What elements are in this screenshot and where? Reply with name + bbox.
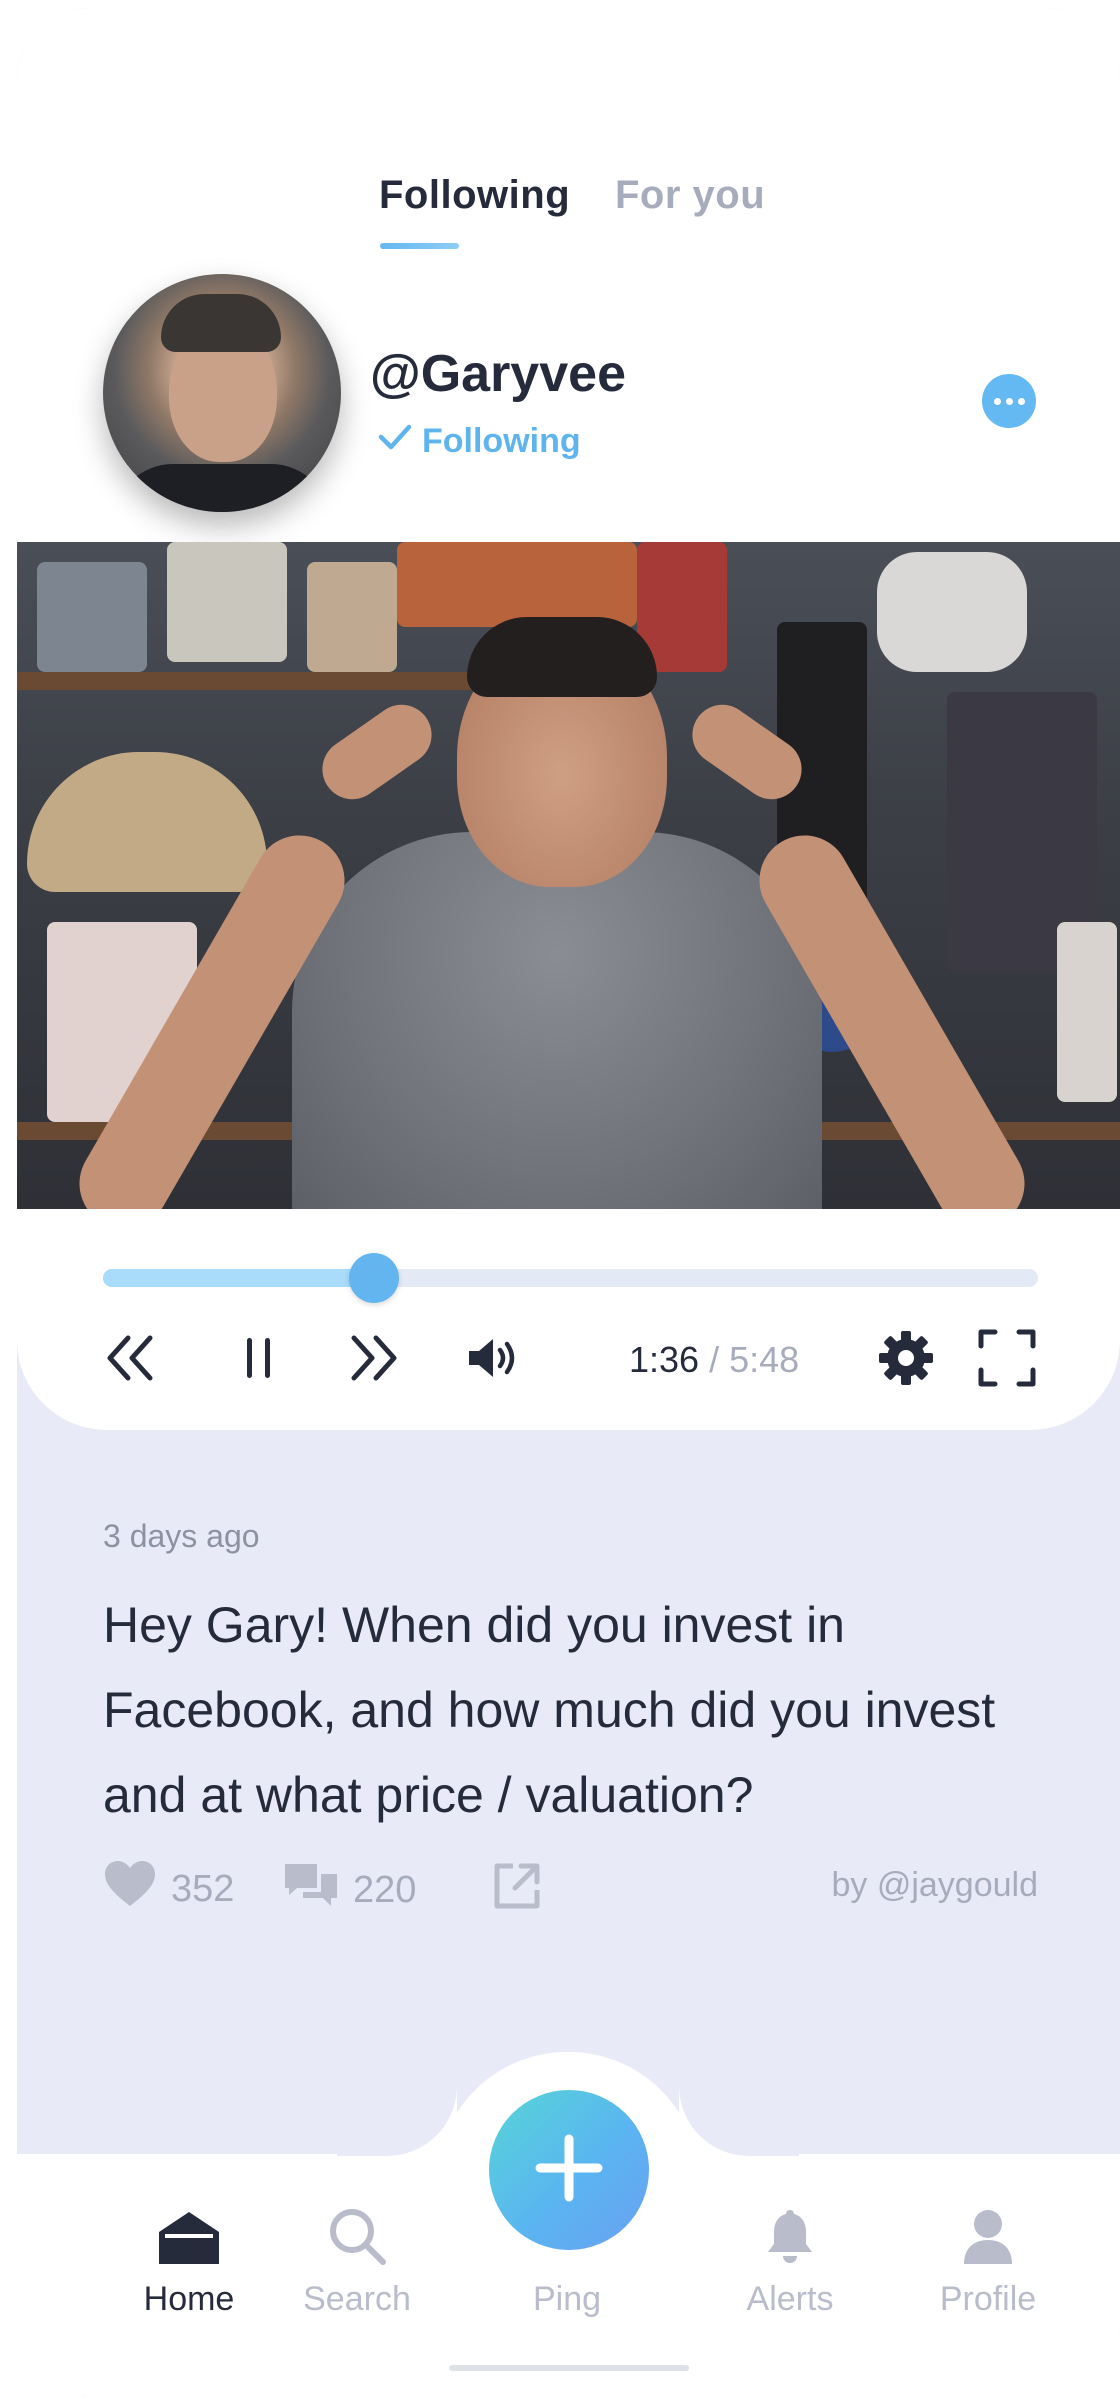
nav-alerts-label: Alerts [746,2280,834,2318]
playback-time: 1:36 / 5:48 [629,1339,799,1381]
duration: 5:48 [729,1339,800,1380]
progress-handle[interactable] [349,1253,400,1303]
nav-home[interactable]: Home [109,2204,269,2319]
post-actions: 352 220 by @jaygould [103,1860,1038,1920]
user-icon [908,2204,1068,2266]
fullscreen-button[interactable] [975,1329,1039,1391]
fast-forward-icon [348,1333,400,1388]
tab-following[interactable]: Following [379,173,570,218]
pause-button[interactable] [239,1329,279,1391]
home-indicator[interactable] [449,2365,689,2371]
fullscreen-icon [977,1328,1037,1393]
gear-icon [877,1329,935,1392]
follow-status[interactable]: Following [378,422,581,461]
feed-tabs: Following For you [17,173,1120,263]
nav-home-label: Home [143,2280,235,2318]
comments-icon [283,1860,339,1920]
comment-button[interactable]: 220 [283,1860,416,1920]
like-button[interactable]: 352 [103,1860,234,1918]
current-time: 1:36 [629,1339,700,1380]
more-icon [993,397,1001,405]
nav-search[interactable]: Search [277,2204,437,2319]
username[interactable]: @Garyvee [370,344,626,404]
share-icon [491,1860,543,1922]
avatar[interactable] [103,274,341,512]
volume-icon [465,1335,519,1386]
progress-fill [103,1269,375,1287]
rewind-button[interactable] [103,1329,157,1391]
post-author[interactable]: by @jaygould [831,1866,1038,1905]
rewind-icon [104,1333,156,1388]
progress-bar[interactable] [103,1253,1038,1303]
settings-button[interactable] [875,1329,937,1391]
nav-ping-label: Ping [532,2280,602,2318]
volume-button[interactable] [462,1329,522,1391]
active-tab-indicator [380,243,459,249]
like-count: 352 [171,1867,235,1910]
forward-button[interactable] [347,1329,401,1391]
more-options-button[interactable] [982,374,1036,428]
search-icon [277,2204,437,2266]
bell-icon [710,2204,870,2266]
home-icon [109,2204,269,2266]
time-separator: / [709,1339,720,1380]
ping-button[interactable] [489,2090,649,2250]
post-timestamp: 3 days ago [103,1518,260,1554]
comment-count: 220 [353,1868,417,1911]
heart-icon [103,1860,157,1918]
phone-screen: Following For you @Garyvee Following 1:3… [17,8,1120,2398]
plus-icon [534,2133,604,2208]
nav-profile-label: Profile [939,2280,1037,2318]
nav-alerts[interactable]: Alerts [710,2204,870,2319]
nav-search-label: Search [303,2280,411,2318]
checkmark-icon [378,422,412,461]
post-card: Following For you @Garyvee Following 1:3… [17,8,1120,1430]
follow-status-label: Following [422,422,581,460]
pause-icon [244,1335,274,1386]
nav-profile[interactable]: Profile [908,2204,1068,2319]
share-button[interactable] [491,1860,543,1922]
video-player[interactable] [17,542,1120,1209]
post-question: Hey Gary! When did you invest in Faceboo… [103,1597,996,1823]
tab-for-you[interactable]: For you [615,173,765,218]
